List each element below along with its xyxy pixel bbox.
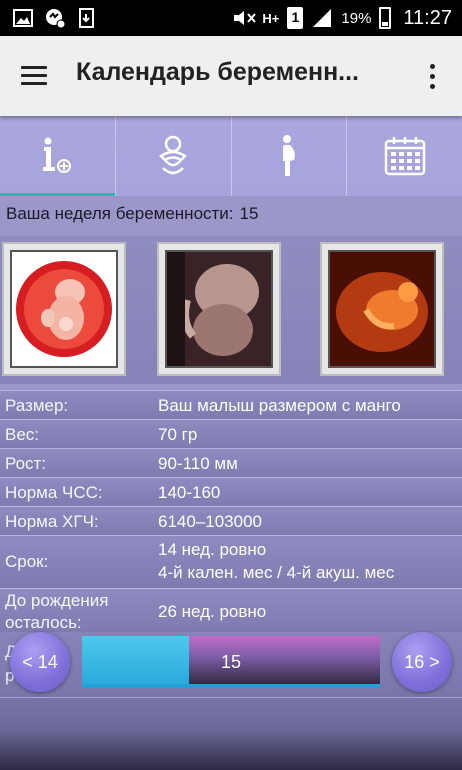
- info-value: 70 гр: [158, 425, 198, 444]
- tab-info[interactable]: [0, 116, 116, 196]
- clock: 11:27: [403, 6, 452, 29]
- info-row-hcg: Норма ХГЧ: 6140–103000: [0, 506, 462, 535]
- fetus-image-1[interactable]: [2, 242, 126, 376]
- battery-percent: 19%: [341, 9, 372, 27]
- app-toolbar: Календарь беременн...: [0, 36, 462, 116]
- week-slider-value: 15: [220, 652, 242, 672]
- messenger-icon: [44, 7, 66, 29]
- menu-icon[interactable]: [18, 60, 50, 92]
- image-icon: [12, 7, 34, 29]
- baby-icon: [159, 135, 188, 175]
- info-label: Срок:: [5, 552, 49, 571]
- calendar-icon: [384, 137, 425, 176]
- info-value-secondary: 4-й кален. мес / 4-й акуш. мес: [158, 563, 395, 582]
- current-week: Ваша неделя беременности: 15: [6, 204, 258, 224]
- current-week-value: 15: [239, 204, 259, 223]
- page-title: Календарь беременн...: [76, 58, 360, 86]
- info-value: 14 нед. ровно: [158, 540, 267, 559]
- sim-icon: 1: [287, 7, 304, 29]
- tab-bar: [0, 116, 462, 196]
- info-label: Размер:: [5, 396, 69, 415]
- fetus-images: [0, 236, 462, 384]
- info-label: Рост:: [5, 454, 47, 473]
- mute-icon: [232, 7, 257, 29]
- tab-baby[interactable]: [116, 116, 232, 196]
- tab-pregnancy[interactable]: [232, 116, 348, 196]
- info-label: Вес:: [5, 425, 40, 444]
- info-row-height: Рост: 90-110 мм: [0, 448, 462, 477]
- info-icon: [43, 137, 72, 173]
- week-slider-track: [82, 684, 380, 688]
- info-value: 140-160: [158, 483, 221, 502]
- status-bar: H+ 1 19% 11:27: [0, 0, 462, 36]
- info-row-weight: Вес: 70 гр: [0, 419, 462, 448]
- battery-icon: [379, 7, 392, 29]
- sim-slot: 1: [291, 9, 300, 25]
- signal-icon: [311, 7, 333, 29]
- info-row-size: Размер: Ваш малыш размером с манго: [0, 390, 462, 419]
- pregnant-woman-icon: [282, 135, 295, 176]
- info-row-term: Срок: 14 нед. ровно 4-й кален. мес / 4-й…: [0, 535, 462, 588]
- fetus-image-2[interactable]: [157, 242, 281, 376]
- info-label-secondary: осталось:: [5, 613, 82, 632]
- info-label: До рождения: [5, 591, 109, 610]
- info-value: 6140–103000: [158, 512, 263, 531]
- current-week-label: Ваша неделя беременности:: [6, 204, 234, 223]
- info-value: 90-110 мм: [158, 454, 238, 473]
- download-icon: [76, 7, 98, 29]
- info-value: Ваш малыш размером с манго: [158, 396, 401, 415]
- more-options-icon[interactable]: [422, 62, 442, 92]
- divider: [0, 697, 462, 698]
- next-week-button[interactable]: 16 >: [392, 632, 452, 692]
- info-value: 26 нед. ровно: [158, 602, 267, 621]
- fetus-image-3[interactable]: [320, 242, 444, 376]
- info-label: Норма ЧСС:: [5, 483, 103, 502]
- week-slider[interactable]: 15: [82, 636, 380, 688]
- prev-week-button[interactable]: < 14: [10, 632, 70, 692]
- info-row-heart-rate: Норма ЧСС: 140-160: [0, 477, 462, 506]
- tab-calendar[interactable]: [347, 116, 462, 196]
- info-label: Норма ХГЧ:: [5, 512, 99, 531]
- info-row-remaining: До рождения осталось: 26 нед. ровно: [0, 588, 462, 632]
- network-type: H+: [262, 10, 280, 26]
